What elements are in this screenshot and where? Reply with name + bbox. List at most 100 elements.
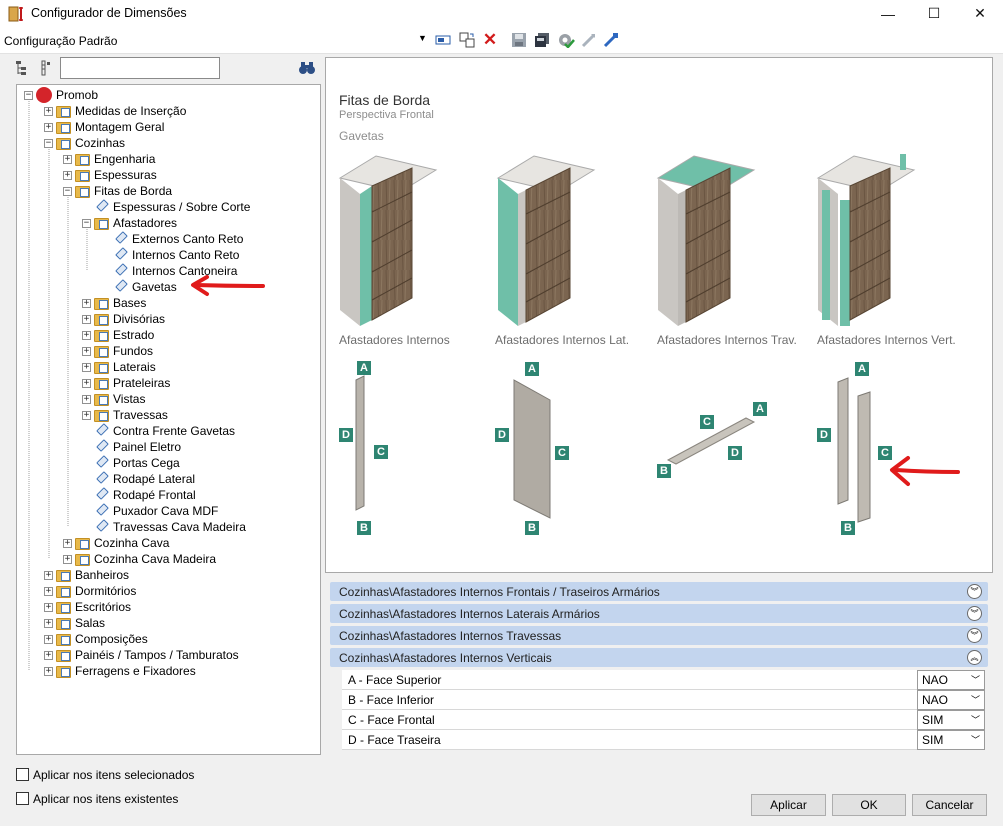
tree-leaf[interactable]: Espessuras / Sobre Corte	[95, 199, 250, 215]
settings-check-icon[interactable]	[556, 30, 576, 50]
property-select[interactable]: SIM ﹀	[917, 730, 985, 750]
tree-node[interactable]: + Escritórios	[44, 599, 131, 615]
tree-leaf[interactable]: Rodapé Lateral	[95, 471, 195, 487]
tag-icon	[114, 279, 128, 294]
folder-icon	[56, 105, 72, 118]
tree-node[interactable]: + Espessuras	[63, 167, 157, 183]
tree-node[interactable]: + Engenharia	[63, 151, 155, 167]
apply-existing-checkbox[interactable]	[16, 792, 29, 805]
property-select[interactable]: NAO ﹀	[917, 690, 985, 710]
section-header-expanded[interactable]: Cozinhas\Afastadores Internos Verticais ︽	[330, 648, 988, 667]
save-all-icon[interactable]	[532, 30, 552, 50]
property-select[interactable]: SIM ﹀	[917, 710, 985, 730]
letter-badge: C	[700, 415, 714, 429]
drawer-image-2	[496, 155, 596, 326]
tree-node[interactable]: − Fitas de Borda	[63, 183, 172, 199]
letter-badge: D	[817, 428, 831, 442]
tree-node[interactable]: + Banheiros	[44, 567, 129, 583]
folder-icon	[56, 649, 72, 662]
rename-config-icon[interactable]	[433, 30, 453, 50]
tree-leaf[interactable]: Portas Cega	[95, 455, 180, 471]
configuration-select[interactable]: Configuração Padrão	[4, 32, 428, 50]
folder-icon	[56, 633, 72, 646]
tree-node[interactable]: + Fundos	[82, 343, 153, 359]
tree-node[interactable]: + Bases	[82, 295, 146, 311]
chevron-down-icon: ﹀	[970, 715, 980, 725]
property-grid: A - Face Superior NAO ﹀ B - Face Inferior N…	[342, 670, 985, 751]
tree-node[interactable]: + Prateleiras	[82, 375, 170, 391]
window-title: Configurador de Dimensões	[31, 6, 187, 20]
maximize-button[interactable]: ☐	[911, 0, 957, 27]
tree-node[interactable]: + Salas	[44, 615, 105, 631]
tree-node[interactable]: + Cozinha Cava Madeira	[63, 551, 216, 567]
tag-icon	[95, 503, 109, 518]
tree-leaf[interactable]: Puxador Cava MDF	[95, 503, 218, 519]
caption-2: Afastadores Internos Lat.	[495, 333, 630, 347]
tree-node[interactable]: + Painéis / Tampos / Tamburatos	[44, 647, 239, 663]
collapse-all-icon[interactable]	[39, 60, 53, 76]
folder-icon	[56, 585, 72, 598]
property-select[interactable]: NAO ﹀	[917, 670, 985, 690]
apply-selected-label: Aplicar nos itens selecionados	[33, 768, 195, 782]
letter-badge: B	[525, 521, 539, 535]
letter-badge: D	[728, 446, 742, 460]
tree-leaf[interactable]: Contra Frente Gavetas	[95, 423, 235, 439]
tree-node-root[interactable]: − Promob	[24, 87, 98, 103]
folder-icon	[56, 601, 72, 614]
ok-button[interactable]: OK	[832, 794, 906, 816]
section-header[interactable]: Cozinhas\Afastadores Internos Travessas ︾	[330, 626, 988, 645]
tree-leaf[interactable]: Externos Canto Reto	[114, 231, 243, 247]
copy-config-icon[interactable]	[457, 30, 477, 50]
tree-node[interactable]: + Vistas	[82, 391, 145, 407]
tree-search-input[interactable]	[60, 57, 220, 79]
apply-selected-checkbox[interactable]	[16, 768, 29, 781]
close-button[interactable]: ✕	[957, 0, 1003, 27]
drawer-image-4	[816, 154, 916, 326]
expand-all-icon[interactable]	[15, 60, 31, 76]
tree-node[interactable]: − Cozinhas	[44, 135, 125, 151]
tree-node[interactable]: + Cozinha Cava	[63, 535, 169, 551]
folder-icon	[94, 297, 110, 310]
import-icon[interactable]	[579, 30, 599, 50]
section-header[interactable]: Cozinhas\Afastadores Internos Frontais /…	[330, 582, 988, 601]
tree-node[interactable]: + Laterais	[82, 359, 156, 375]
chevron-down-icon[interactable]: ︾	[967, 628, 982, 643]
apply-button[interactable]: Aplicar	[751, 794, 826, 816]
tree-node[interactable]: + Montagem Geral	[44, 119, 164, 135]
drawer-image-1	[338, 155, 438, 326]
chevron-down-icon[interactable]: ︾	[967, 606, 982, 621]
tree-leaf-selected[interactable]: Gavetas	[114, 279, 177, 295]
chevron-up-icon[interactable]: ︽	[967, 650, 982, 665]
folder-icon	[94, 409, 110, 422]
tree-node[interactable]: + Estrado	[82, 327, 154, 343]
dropdown-arrow-icon[interactable]: ▼	[418, 33, 427, 43]
property-row: A - Face Superior NAO ﹀	[342, 670, 985, 690]
folder-icon	[75, 169, 91, 182]
letter-badge: A	[855, 362, 869, 376]
folder-icon	[56, 617, 72, 630]
property-row: C - Face Frontal SIM ﹀	[342, 710, 985, 730]
tree-leaf[interactable]: Internos Canto Reto	[114, 247, 239, 263]
tag-icon	[114, 263, 128, 278]
export-icon[interactable]	[601, 30, 621, 50]
tree-node[interactable]: − Afastadores	[82, 215, 177, 231]
tree-node[interactable]: + Ferragens e Fixadores	[44, 663, 196, 679]
tree-node[interactable]: + Composições	[44, 631, 148, 647]
cancel-button[interactable]: Cancelar	[912, 794, 987, 816]
minimize-button[interactable]: —	[865, 0, 911, 27]
binoculars-icon[interactable]	[298, 60, 316, 76]
tree-leaf[interactable]: Painel Eletro	[95, 439, 181, 455]
tree-node[interactable]: + Medidas de Inserção	[44, 103, 186, 119]
section-header[interactable]: Cozinhas\Afastadores Internos Laterais A…	[330, 604, 988, 623]
chevron-down-icon[interactable]: ︾	[967, 584, 982, 599]
save-icon[interactable]	[509, 30, 529, 50]
tree-node[interactable]: + Dormitórios	[44, 583, 136, 599]
tree-leaf[interactable]: Rodapé Frontal	[95, 487, 196, 503]
drawer-image-3	[656, 155, 756, 326]
folder-icon	[56, 121, 72, 134]
tree-leaf[interactable]: Travessas Cava Madeira	[95, 519, 246, 535]
tree-node[interactable]: + Divisórias	[82, 311, 165, 327]
delete-config-icon[interactable]: ✕	[480, 30, 500, 50]
letter-badge: B	[841, 521, 855, 535]
tree-node[interactable]: + Travessas	[82, 407, 168, 423]
